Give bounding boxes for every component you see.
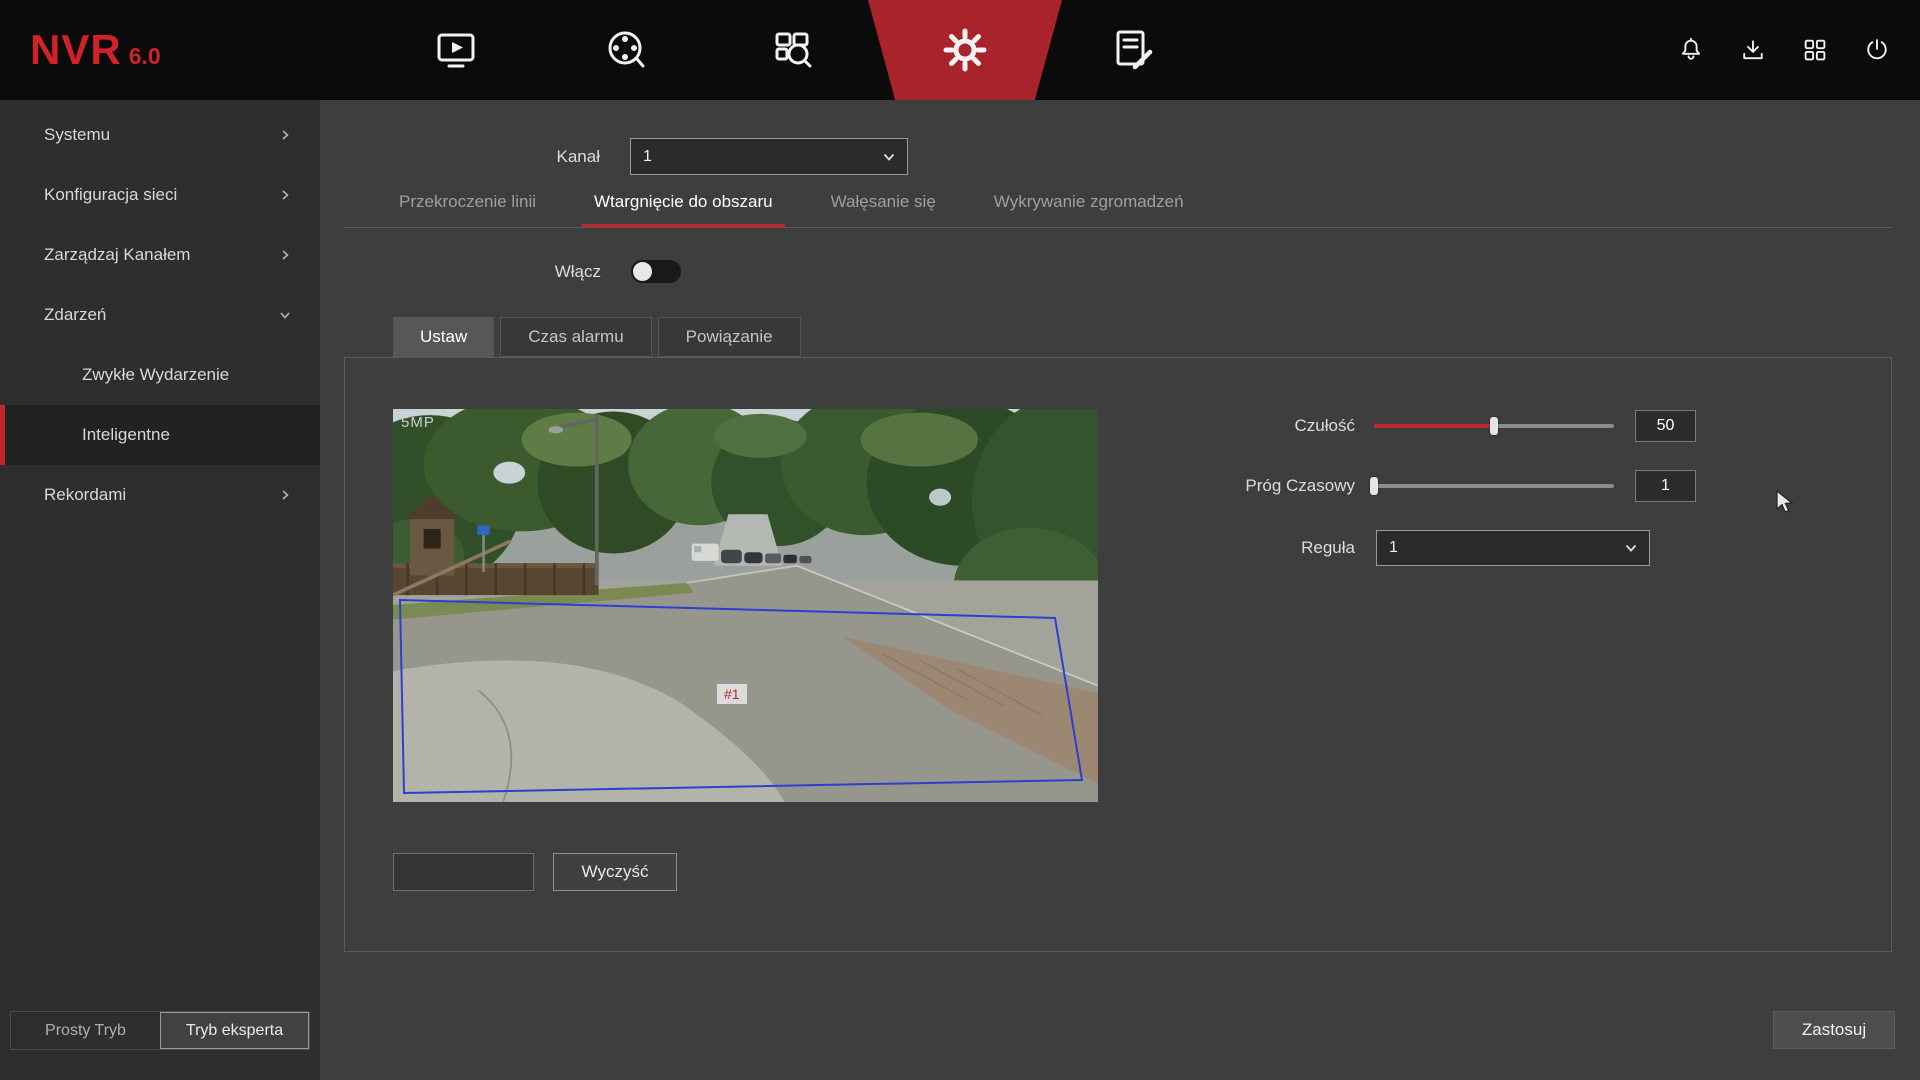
nav-settings[interactable] <box>868 0 1062 100</box>
channel-select[interactable]: 1 <box>630 138 908 175</box>
sidebar-item-label: Zwykłe Wydarzenie <box>82 365 229 385</box>
sidebar-item-systemu[interactable]: Systemu <box>0 105 320 165</box>
clear-button[interactable]: Wyczyść <box>553 853 677 891</box>
sidebar-item-zarzadzaj-kanalem[interactable]: Zarządzaj Kanałem <box>0 225 320 285</box>
enable-label: Włącz <box>440 259 601 284</box>
enable-toggle[interactable] <box>630 259 682 284</box>
chevron-right-icon <box>278 248 292 262</box>
power-icon[interactable] <box>1862 35 1892 65</box>
zone-label: #1 <box>717 684 747 704</box>
chevron-down-icon <box>881 149 897 165</box>
sidebar-item-rekordami[interactable]: Rekordami <box>0 465 320 525</box>
subtab-czas-alarmu[interactable]: Czas alarmu <box>500 317 651 357</box>
time-threshold-value-input[interactable] <box>1635 470 1696 502</box>
chevron-right-icon <box>278 488 292 502</box>
slider-handle[interactable] <box>1370 477 1378 495</box>
expert-mode-button[interactable]: Tryb eksperta <box>160 1012 309 1049</box>
sidebar: Systemu Konfiguracja sieci Zarządzaj Kan… <box>0 100 320 1080</box>
detection-tabs: Przekroczenie linii Wtargnięcie do obsza… <box>387 192 1196 227</box>
slider-handle[interactable] <box>1490 417 1498 435</box>
sensitivity-slider[interactable] <box>1374 414 1614 438</box>
simple-mode-button[interactable]: Prosty Tryb <box>11 1012 160 1049</box>
mode-switch: Prosty Tryb Tryb eksperta <box>10 1011 310 1050</box>
chevron-right-icon <box>278 128 292 142</box>
download-icon[interactable] <box>1738 35 1768 65</box>
playback-icon <box>601 26 649 74</box>
slider-fill <box>1374 424 1494 428</box>
nav-maintenance[interactable] <box>1103 0 1163 100</box>
subtab-ustaw[interactable]: Ustaw <box>393 317 494 357</box>
main-content: Kanał 1 Przekroczenie linii Wtargnięcie … <box>320 100 1920 1080</box>
chevron-down-icon <box>1623 540 1639 556</box>
app-logo: NVR 6.0 <box>30 26 161 74</box>
tab-wtargniecie-do-obszaru[interactable]: Wtargnięcie do obszaru <box>582 192 785 227</box>
time-threshold-label: Próg Czasowy <box>1155 470 1355 502</box>
sidebar-item-label: Rekordami <box>44 485 126 505</box>
nav-live-view[interactable] <box>426 0 486 100</box>
notification-bell-icon[interactable] <box>1676 35 1706 65</box>
slider-track <box>1374 484 1614 488</box>
tab-przekroczenie-linii[interactable]: Przekroczenie linii <box>387 192 548 227</box>
video-preview[interactable]: 5MP #1 <box>393 409 1098 802</box>
sidebar-item-konfiguracja-sieci[interactable]: Konfiguracja sieci <box>0 165 320 225</box>
brand-text: NVR <box>30 26 122 74</box>
sidebar-item-zdarzen[interactable]: Zdarzeń <box>0 285 320 345</box>
sidebar-item-label: Konfiguracja sieci <box>44 185 177 205</box>
channel-select-value: 1 <box>643 148 652 166</box>
settings-subtabs: Ustaw Czas alarmu Powiązanie <box>393 317 807 357</box>
apps-grid-icon[interactable] <box>1800 35 1830 65</box>
tab-walesanie-sie[interactable]: Wałęsanie się <box>819 192 948 227</box>
live-view-icon <box>432 26 480 74</box>
chevron-down-icon <box>278 308 292 322</box>
brand-version: 6.0 <box>129 43 161 70</box>
sidebar-item-label: Zarządzaj Kanałem <box>44 245 190 265</box>
apply-button[interactable]: Zastosuj <box>1773 1011 1895 1049</box>
sidebar-item-label: Inteligentne <box>82 425 170 445</box>
chevron-right-icon <box>278 188 292 202</box>
channel-label: Kanał <box>440 138 600 175</box>
sensitivity-value-input[interactable] <box>1635 410 1696 442</box>
nav-smart-search[interactable] <box>763 0 823 100</box>
rule-label: Reguła <box>1155 530 1355 566</box>
settings-icon <box>941 26 989 74</box>
sidebar-item-zwykle-wydarzenie[interactable]: Zwykłe Wydarzenie <box>0 345 320 405</box>
draw-zone-box[interactable] <box>393 853 534 891</box>
sidebar-item-label: Systemu <box>44 125 110 145</box>
maintenance-icon <box>1109 26 1157 74</box>
rule-select-value: 1 <box>1389 539 1398 557</box>
rule-select[interactable]: 1 <box>1376 530 1650 566</box>
smart-search-icon <box>769 26 817 74</box>
resolution-badge: 5MP <box>401 414 435 431</box>
subtab-powiazanie[interactable]: Powiązanie <box>658 317 801 357</box>
sensitivity-label: Czułość <box>1155 410 1355 442</box>
tabs-divider <box>344 227 1892 228</box>
topbar: NVR 6.0 <box>0 0 1920 100</box>
intrusion-zone-overlay <box>393 409 1098 802</box>
sidebar-item-label: Zdarzeń <box>44 305 106 325</box>
toggle-knob <box>633 262 652 281</box>
time-threshold-slider[interactable] <box>1374 474 1614 498</box>
tab-wykrywanie-zgromadzen[interactable]: Wykrywanie zgromadzeń <box>982 192 1196 227</box>
nav-playback[interactable] <box>595 0 655 100</box>
system-icons <box>1676 0 1892 100</box>
sidebar-item-inteligentne[interactable]: Inteligentne <box>0 405 320 465</box>
